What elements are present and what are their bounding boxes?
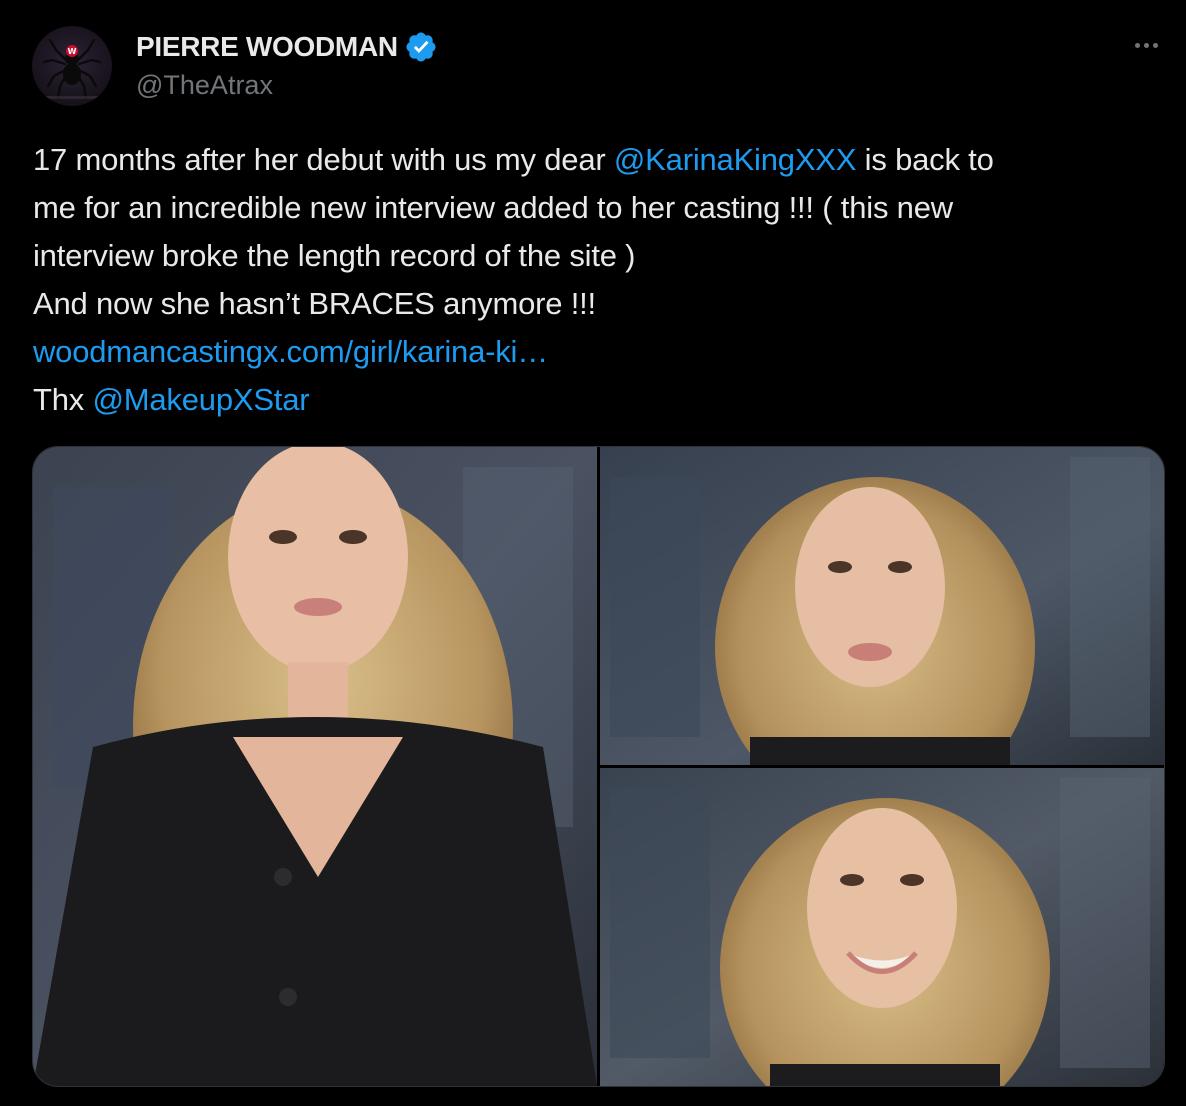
tweet-line-5: woodmancastingx.com/girl/karina-ki… bbox=[33, 328, 1153, 376]
name-row: PIERRE WOODMAN bbox=[136, 30, 438, 64]
photo-3[interactable] bbox=[600, 768, 1164, 1086]
tweet-text: 17 months after her debut with us my dea… bbox=[33, 136, 1153, 424]
tweet-line-1: 17 months after her debut with us my dea… bbox=[33, 136, 1153, 184]
more-dot-icon bbox=[1152, 42, 1158, 48]
tweet: W PIERRE WOODMAN @TheAtrax 17 months aft… bbox=[0, 0, 1186, 1106]
more-options-button[interactable] bbox=[1126, 30, 1166, 60]
mention-link[interactable]: @MakeupXStar bbox=[93, 382, 310, 417]
verified-badge-icon[interactable] bbox=[404, 30, 438, 64]
tweet-line-4: And now she hasn’t BRACES anymore !!! bbox=[33, 286, 596, 321]
author-handle[interactable]: @TheAtrax bbox=[136, 70, 273, 101]
avatar-letter: W bbox=[68, 47, 77, 56]
photo-1[interactable] bbox=[33, 447, 597, 1086]
tweet-line-3: interview broke the length record of the… bbox=[33, 238, 636, 273]
avatar[interactable]: W bbox=[32, 26, 112, 106]
tweet-line-2: me for an incredible new interview added… bbox=[33, 190, 953, 225]
tweet-line-6: Thx @MakeupXStar bbox=[33, 376, 1153, 424]
tweet-text-segment: is back to bbox=[856, 142, 994, 177]
more-dot-icon bbox=[1143, 42, 1149, 48]
spider-logo-icon: W bbox=[42, 38, 102, 100]
photo-image bbox=[33, 447, 597, 1086]
photo-2[interactable] bbox=[600, 447, 1164, 765]
photo-image bbox=[600, 768, 1164, 1086]
tweet-text-segment: 17 months after her debut with us my dea… bbox=[33, 142, 614, 177]
media-grid bbox=[32, 446, 1165, 1087]
display-name[interactable]: PIERRE WOODMAN bbox=[136, 31, 398, 63]
tweet-text-segment: Thx bbox=[33, 382, 93, 417]
more-dot-icon bbox=[1134, 42, 1140, 48]
photo-image bbox=[600, 447, 1164, 765]
mention-link[interactable]: @KarinaKingXXX bbox=[614, 142, 857, 177]
url-link[interactable]: woodmancastingx.com/girl/karina-ki… bbox=[33, 334, 548, 369]
